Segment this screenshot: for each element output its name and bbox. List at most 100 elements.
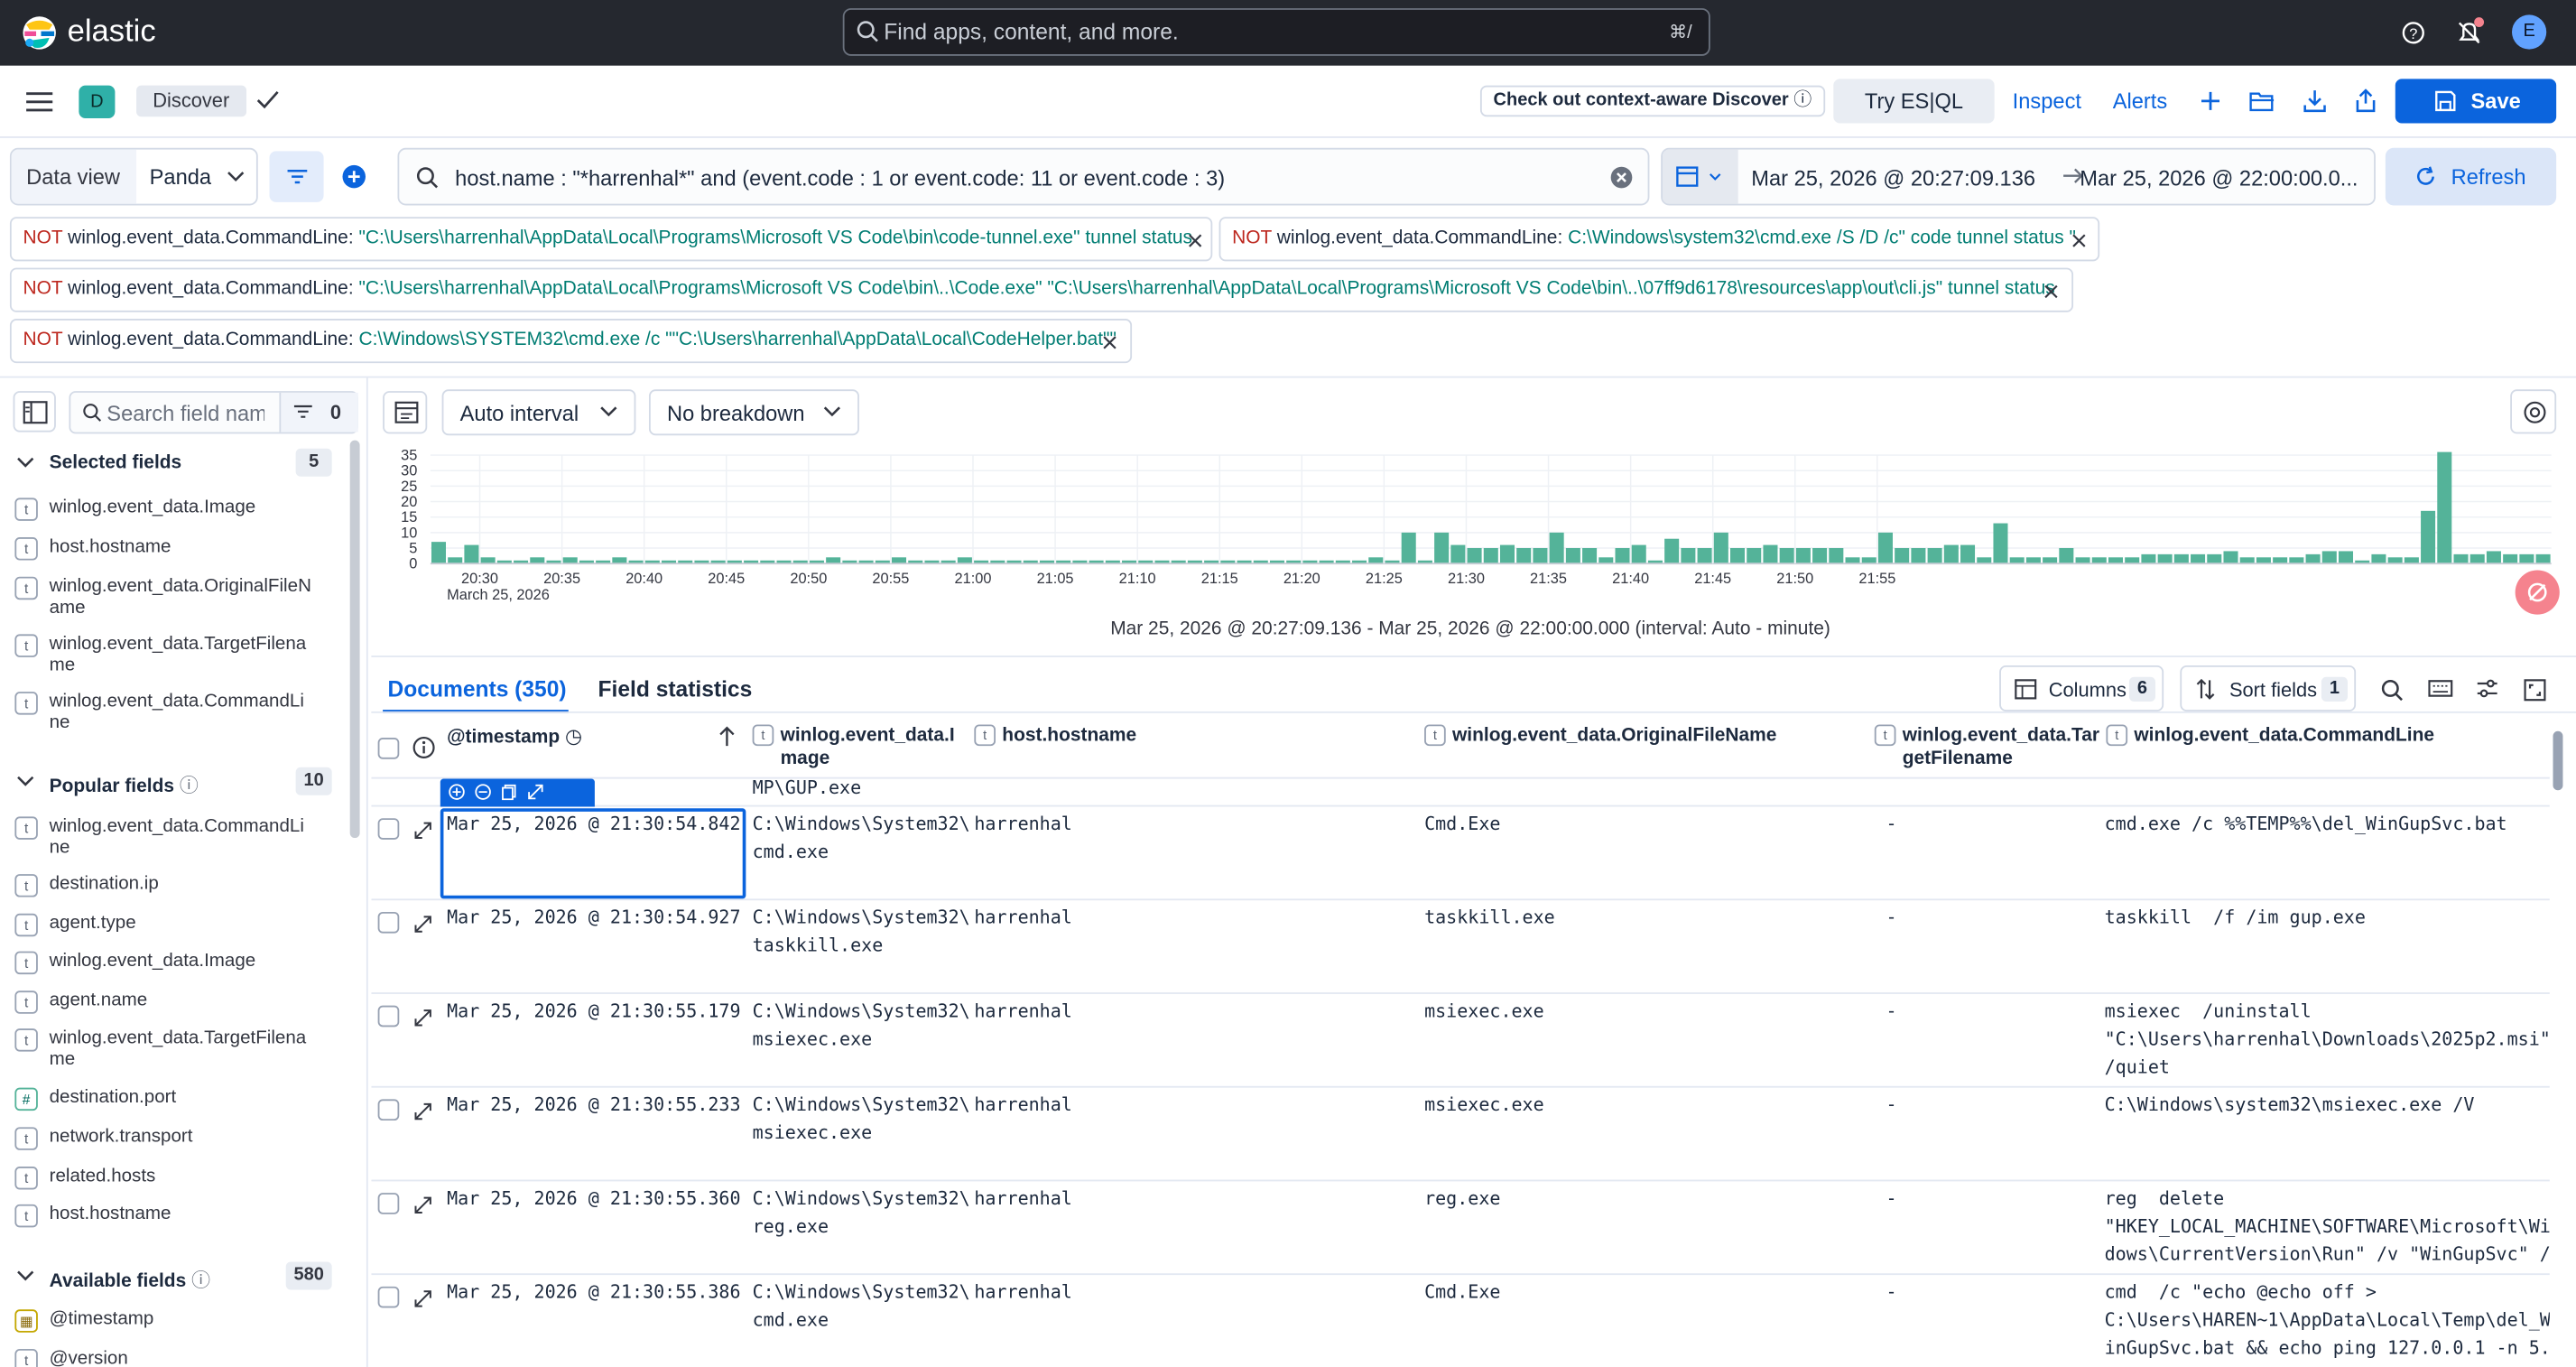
histogram-bar[interactable] — [2141, 553, 2156, 564]
histogram-chart[interactable]: 35302520151050 20:30 20:35 20:40 20:45 20:50 2… — [375, 447, 2568, 608]
histogram-bar[interactable] — [2091, 557, 2107, 564]
cell-image[interactable]: C:\Windows\System32\ msiexec.exe — [753, 1091, 970, 1147]
expand-row-icon[interactable] — [414, 1009, 432, 1027]
space-avatar[interactable]: D — [79, 85, 116, 119]
histogram-bar[interactable] — [2486, 551, 2501, 564]
fullscreen-button[interactable] — [2516, 670, 2555, 710]
histogram-bar[interactable] — [2535, 553, 2551, 564]
histogram-bar[interactable] — [2009, 557, 2025, 564]
row-checkbox[interactable] — [377, 1286, 400, 1308]
histogram-bar[interactable] — [2075, 557, 2090, 564]
row-checkbox[interactable] — [377, 1099, 400, 1121]
cell-host[interactable]: harrenhal — [974, 904, 1071, 932]
histogram-bar[interactable] — [1779, 548, 1794, 564]
cell-target[interactable]: - — [1886, 1185, 1897, 1213]
histogram-bar[interactable] — [2404, 557, 2419, 564]
try-esql-button[interactable]: Try ES|QL — [1833, 79, 1995, 124]
refresh-button[interactable]: Refresh — [2385, 147, 2557, 206]
histogram-bar[interactable] — [1960, 544, 1976, 564]
copy-icon[interactable] — [501, 784, 517, 801]
interval-dropdown[interactable]: Auto interval — [441, 389, 636, 436]
histogram-bar[interactable] — [1467, 548, 1482, 564]
date-to[interactable]: Mar 25, 2026 @ 22:00:00.0... — [2080, 166, 2358, 191]
date-from[interactable]: Mar 25, 2026 @ 20:27:09.136 — [1751, 166, 2035, 191]
histogram-bar[interactable] — [1977, 557, 1992, 564]
histogram-bar[interactable] — [2125, 557, 2140, 564]
histogram-bar[interactable] — [1993, 523, 2008, 564]
search-grid-button[interactable] — [2372, 670, 2412, 710]
cell-host[interactable]: harrenhal — [974, 1091, 1071, 1119]
menu-icon[interactable] — [24, 90, 54, 113]
quick-menu-button[interactable] — [1662, 149, 1738, 204]
field-search-input[interactable]: Search field names 0 — [69, 391, 358, 434]
histogram-bar[interactable] — [1763, 544, 1778, 564]
cell-target[interactable]: - — [1886, 1091, 1897, 1119]
histogram-bar[interactable] — [1697, 548, 1712, 564]
histogram-bar[interactable] — [1582, 548, 1598, 564]
cell-ts[interactable]: Mar 25, 2026 @ 21:30:55.233 — [447, 1091, 740, 1119]
histogram-bar[interactable] — [1565, 548, 1580, 564]
cell-cmd[interactable]: reg delete "HKEY_LOCAL_MACHINE\SOFTWARE\… — [2105, 1185, 2550, 1269]
histogram-bar[interactable] — [1434, 532, 1450, 564]
histogram-bar[interactable] — [2256, 557, 2271, 564]
cell-orig[interactable]: taskkill.exe — [1424, 904, 1555, 932]
expand-icon[interactable] — [527, 784, 543, 800]
cell-orig[interactable]: msiexec.exe — [1424, 998, 1544, 1026]
histogram-bar[interactable] — [2207, 553, 2222, 564]
brand-name[interactable]: elastic — [68, 14, 156, 51]
columns-button[interactable]: Columns 6 — [1999, 665, 2164, 711]
breakdown-dropdown[interactable]: No breakdown — [648, 389, 859, 436]
histogram-bar[interactable] — [1795, 548, 1811, 564]
histogram-bar[interactable] — [2059, 548, 2074, 564]
download-icon[interactable] — [2303, 88, 2326, 113]
histogram-bar[interactable] — [1483, 548, 1498, 564]
histogram-bar[interactable] — [2338, 551, 2354, 564]
filter-out-icon[interactable] — [475, 784, 491, 800]
cell-ts[interactable]: Mar 25, 2026 @ 21:30:55.386 — [447, 1279, 740, 1307]
histogram-bar[interactable] — [530, 557, 545, 564]
cell-cmd[interactable]: C:\Windows\system32\msiexec.exe /V — [2105, 1091, 2475, 1119]
histogram-bar[interactable] — [1943, 544, 1959, 564]
histogram-bar[interactable] — [1927, 548, 1942, 564]
cell-orig[interactable]: Cmd.Exe — [1424, 1279, 1500, 1307]
inspect-link[interactable]: Inspect — [2013, 88, 2081, 113]
cell-ts[interactable]: Mar 25, 2026 @ 21:30:55.360 — [447, 1185, 740, 1213]
histogram-bar[interactable] — [1664, 538, 1680, 564]
histogram-bar[interactable] — [2387, 557, 2403, 564]
cell-orig[interactable]: msiexec.exe — [1424, 1091, 1544, 1119]
histogram-bar[interactable] — [448, 557, 463, 564]
row-checkbox[interactable] — [377, 911, 400, 934]
field-type-filter-button[interactable]: 0 — [279, 392, 358, 432]
data-view-selector[interactable]: Data view Panda — [9, 147, 258, 206]
histogram-bar[interactable] — [480, 557, 496, 564]
date-picker[interactable]: Mar 25, 2026 @ 20:27:09.136 Mar 25, 2026… — [1661, 147, 2376, 206]
sort-fields-button[interactable]: Sort fields 1 — [2180, 665, 2357, 711]
expand-row-icon[interactable] — [414, 1102, 432, 1121]
cell-orig[interactable]: reg.exe — [1424, 1185, 1500, 1213]
histogram-bar[interactable] — [1533, 548, 1548, 564]
histogram-bar[interactable] — [2305, 553, 2321, 564]
histogram-bar[interactable] — [2157, 553, 2173, 564]
info-icon[interactable] — [412, 736, 435, 758]
close-icon[interactable] — [2071, 233, 2086, 247]
histogram-bar[interactable] — [1895, 548, 1910, 564]
row-checkbox[interactable] — [377, 1193, 400, 1214]
histogram-bar[interactable] — [1681, 548, 1696, 564]
histogram-bar[interactable] — [2519, 553, 2534, 564]
select-all-checkbox[interactable] — [377, 738, 400, 759]
cell-cmd[interactable]: taskkill /f /im gup.exe — [2105, 904, 2366, 932]
folder-open-icon[interactable] — [2249, 90, 2275, 112]
cell-image[interactable]: C:\Windows\System32\ cmd.exe — [753, 1279, 970, 1334]
histogram-bar[interactable] — [1812, 548, 1828, 564]
cell-host[interactable]: harrenhal — [974, 1185, 1071, 1213]
histogram-bar[interactable] — [2421, 510, 2436, 564]
histogram-bar[interactable] — [2371, 553, 2386, 564]
chart-toggle-button[interactable] — [383, 391, 428, 434]
histogram-bar[interactable] — [1911, 548, 1926, 564]
context-aware-button[interactable]: Check out context-aware Discover ⓘ — [1479, 85, 1825, 117]
histogram-bar[interactable] — [1829, 548, 1844, 564]
close-icon[interactable] — [1188, 233, 1202, 247]
histogram-bar[interactable] — [2503, 553, 2518, 564]
cell-image[interactable]: C:\Windows\System32\ cmd.exe — [753, 810, 970, 866]
filter-pill[interactable]: NOT winlog.event_data.CommandLine: C:\Win… — [1219, 217, 2100, 262]
